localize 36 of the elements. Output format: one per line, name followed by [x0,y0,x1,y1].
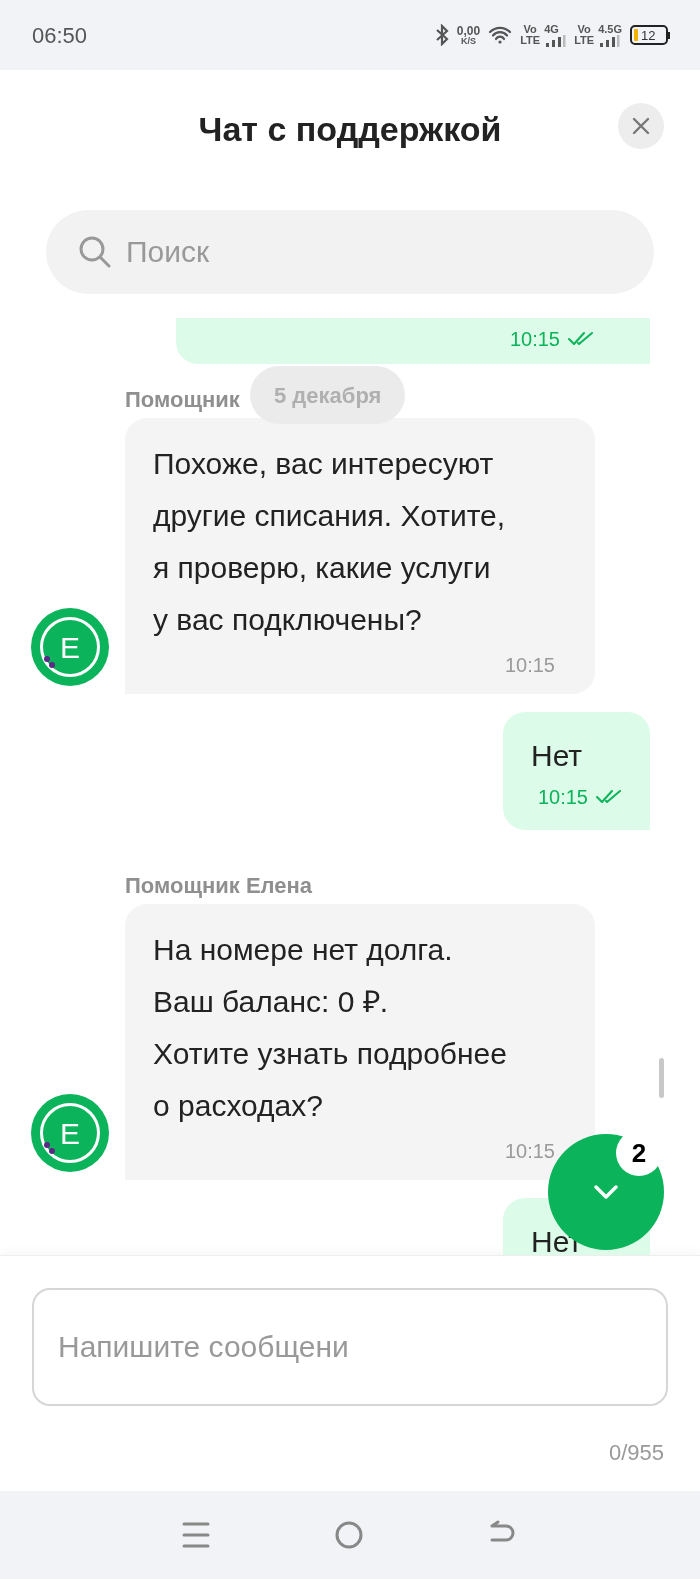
volte-label: LTE [574,35,595,46]
date-chip: 5 декабря [250,366,406,424]
message-time: 10:15 [504,1139,555,1164]
message-text: Похоже, вас интересуют другие списания. Хотите, я проверю, какие услуги у вас подключены? [153,446,507,638]
message-input[interactable]: Напишите сообщени [32,1288,668,1406]
wifi-icon [488,26,513,44]
close-icon [632,117,650,135]
volte-label: Vo [577,24,591,35]
signal-icon [544,34,567,47]
chevron-down-icon [593,1184,619,1200]
bluetooth-icon [434,24,449,46]
message-time: 10:15 [504,653,555,678]
network-type: 4G [544,23,560,35]
message-text: Нет [531,738,583,774]
character-counter: 0/955 [608,1439,665,1467]
signal-icon [598,34,621,47]
home-icon[interactable] [334,1520,364,1550]
search-field[interactable]: Поиск [46,210,654,294]
volte-label: LTE [520,35,541,46]
sender-name: Помощник [125,386,240,414]
volte-label: Vo [523,24,537,35]
message-time: 10:15 [537,785,588,810]
speed-value: 0,00 [456,24,481,37]
message-text: На номере нет долга. Ваш баланс: 0 ₽. Хотите узнать подробнее о расходах? [153,932,508,1124]
menu-icon[interactable] [182,1522,210,1548]
battery-icon: 12 [630,25,670,45]
sender-name: Помощник Елена [125,872,312,900]
scrollbar [659,1058,664,1098]
speed-unit: K/S [461,36,477,46]
message-time: 10:15 [509,327,560,352]
chat-title: Чат с поддержкой [198,108,502,150]
assistant-avatar: Е [31,1094,109,1172]
close-button[interactable] [618,103,664,149]
assistant-avatar: Е [31,608,109,686]
network-type: 4.5G [598,23,622,35]
clock: 06:50 [32,21,88,50]
